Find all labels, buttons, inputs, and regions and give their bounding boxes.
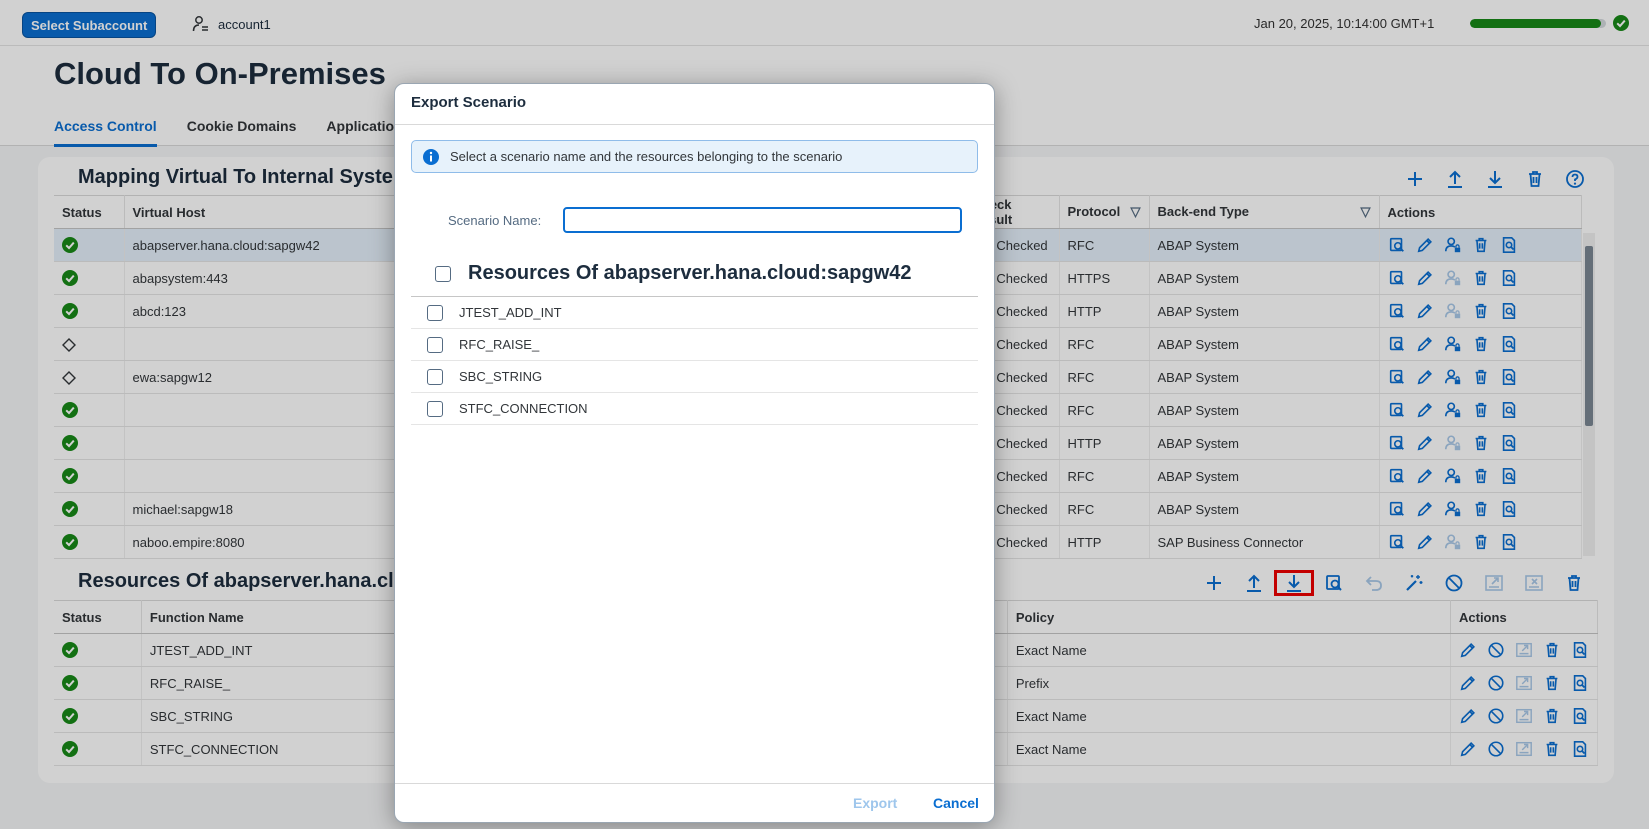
cancel-button[interactable]: Cancel [927, 794, 985, 812]
resource-checkbox[interactable] [427, 400, 443, 417]
info-icon [422, 148, 440, 166]
list-item[interactable]: RFC_RAISE_ [411, 329, 978, 361]
resources-list: JTEST_ADD_INT RFC_RAISE_ SBC_STRING STFC… [411, 297, 978, 425]
dialog-resources-title: Resources Of abapserver.hana.cloud:sapgw… [468, 262, 912, 284]
resource-checkbox[interactable] [427, 368, 443, 385]
resource-checkbox[interactable] [427, 336, 443, 353]
info-message-strip: Select a scenario name and the resources… [411, 140, 978, 173]
export-scenario-dialog: Export Scenario Select a scenario name a… [394, 83, 995, 823]
list-item[interactable]: STFC_CONNECTION [411, 393, 978, 425]
dialog-footer-divider [395, 783, 994, 784]
resource-name: SBC_STRING [459, 369, 543, 384]
resource-checkbox[interactable] [427, 304, 443, 321]
export-button[interactable]: Export [847, 794, 903, 812]
list-item[interactable]: SBC_STRING [411, 361, 978, 393]
resource-name: STFC_CONNECTION [459, 401, 588, 416]
select-all-checkbox[interactable] [435, 265, 451, 282]
info-text: Select a scenario name and the resources… [450, 149, 843, 164]
resources-header: Resources Of abapserver.hana.cloud:sapgw… [435, 262, 912, 285]
dialog-title: Export Scenario [411, 94, 527, 111]
scenario-name-input[interactable] [563, 207, 962, 233]
list-item[interactable]: JTEST_ADD_INT [411, 297, 978, 329]
dialog-header-divider [395, 124, 994, 125]
scenario-name-label: Scenario Name: [448, 213, 542, 228]
resource-name: RFC_RAISE_ [459, 337, 540, 352]
resource-name: JTEST_ADD_INT [459, 305, 562, 320]
